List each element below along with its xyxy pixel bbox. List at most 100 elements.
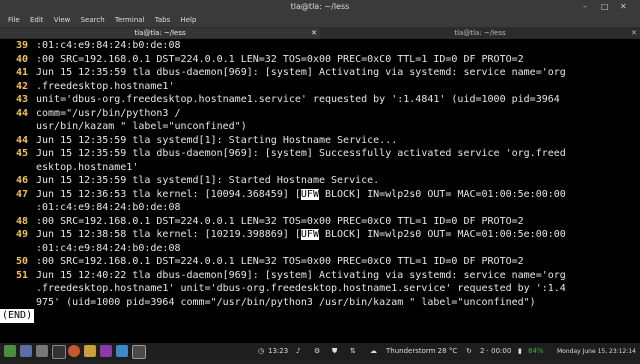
terminal-line: 41 Jun 15 12:35:59 tla dbus-daemon[969]: … <box>16 66 640 80</box>
network-status[interactable]: 2 · 00:00 <box>480 345 511 358</box>
terminal-line: :01:c4:e9:84:24:b0:de:08 <box>36 242 640 256</box>
battery-icon: ▮ <box>518 347 522 355</box>
line-number: 44 <box>15 107 28 119</box>
menu-edit[interactable]: Edit <box>30 16 44 24</box>
line-text: Jun 15 12:35:59 tla dbus-daemon[969]: [s… <box>36 67 566 78</box>
menu-search[interactable]: Search <box>81 16 105 24</box>
close-tab-icon[interactable]: ✕ <box>311 28 317 38</box>
terminal-line: 47 Jun 15 12:36:53 tla kernel: [10094.368… <box>16 188 640 202</box>
line-text: Jun 15 12:36:53 tla kernel: [10094.36845… <box>36 188 301 200</box>
menu-file[interactable]: File <box>8 16 20 24</box>
terminal-icon[interactable] <box>52 345 66 359</box>
terminal-line: 48 :00 SRC=192.168.0.1 DST=224.0.0.1 LEN=… <box>16 215 640 229</box>
terminal-line: 39 :01:c4:e9:84:24:b0:de:08 <box>16 39 640 53</box>
line-number: 42 <box>15 80 28 92</box>
pager-status: (END) <box>0 309 640 323</box>
line-number: 39 <box>15 40 28 51</box>
window-titlebar: tla@tla: ~/less – □ ✕ <box>0 0 640 14</box>
line-number: 50 <box>15 256 28 267</box>
line-text: Jun 15 12:40:22 tla dbus-daemon[969]: [s… <box>36 269 566 281</box>
show-desktop-icon[interactable] <box>20 345 32 358</box>
line-number: 51 <box>15 269 28 281</box>
terminal-line: :01:c4:e9:84:24:b0:de:08 <box>36 201 640 215</box>
taskbar: ◷ 13:23 ♪ ⚙ ⛊ ⇅ ☁ Thunderstorm 28 °C ↻ 2… <box>0 343 640 360</box>
terminal-line: esktop.hostname1' <box>36 161 640 175</box>
sound-icon[interactable]: ♪ <box>296 345 300 358</box>
browser-icon[interactable] <box>68 345 80 358</box>
update-icon[interactable]: ↻ <box>466 345 472 358</box>
close-icon[interactable]: ✕ <box>620 2 627 11</box>
line-text: usr/bin/kazam " label="unconfined") <box>36 121 247 132</box>
terminal-line: 44 comm="/usr/bin/python3 / <box>16 107 640 121</box>
line-number: 48 <box>15 215 28 227</box>
menu-tabs[interactable]: Tabs <box>155 16 171 24</box>
terminal-line: 51 Jun 15 12:40:22 tla dbus-daemon[969]: … <box>16 269 640 283</box>
search-highlight: UFW <box>300 188 319 200</box>
line-text: :00 SRC=192.168.0.1 DST=224.0.0.1 LEN=32… <box>36 53 524 65</box>
line-text: :00 SRC=192.168.0.1 DST=224.0.0.1 LEN=32… <box>36 215 524 227</box>
line-text: BLOCK] IN=wlp2s0 OUT= MAC=01:00:5e:00:00 <box>318 229 566 240</box>
line-text: Jun 15 12:35:59 tla dbus-daemon[969]: [s… <box>36 148 566 159</box>
files-icon[interactable] <box>36 345 48 358</box>
line-number: 47 <box>15 188 28 200</box>
terminal-line: .freedesktop.hostname1' unit='dbus-org.f… <box>36 282 640 296</box>
menu-icon[interactable] <box>4 345 16 358</box>
line-text: Jun 15 12:35:59 tla systemd[1]: Started … <box>36 175 380 186</box>
line-text: BLOCK] IN=wlp2s0 OUT= MAC=01:00:5e:00:00 <box>318 188 566 200</box>
settings-icon[interactable]: ⚙ <box>314 345 320 358</box>
line-number: 46 <box>15 175 28 186</box>
shield-icon[interactable]: ⛊ <box>332 345 337 358</box>
line-number: 43 <box>15 94 28 105</box>
terminal-line: usr/bin/kazam " label="unconfined") <box>36 120 640 134</box>
clock-time[interactable]: 13:23 <box>268 345 288 358</box>
line-text: unit='dbus-org.freedesktop.hostname1.ser… <box>36 94 560 105</box>
app-icon[interactable] <box>100 345 112 358</box>
battery-level[interactable]: 84% <box>528 345 544 358</box>
date-time[interactable]: Monday June 15, 23:12:14 <box>557 345 636 358</box>
menubar: File Edit View Search Terminal Tabs Help <box>0 14 640 27</box>
network-icon[interactable]: ⇅ <box>350 345 356 358</box>
terminal-output[interactable]: 39 :01:c4:e9:84:24:b0:de:08 40:00 SRC=192.… <box>0 39 640 343</box>
tab-label: tla@tla: ~/less <box>454 29 506 37</box>
window-title: tla@tla: ~/less <box>290 2 350 11</box>
menu-view[interactable]: View <box>54 16 71 24</box>
terminal-line: 46 Jun 15 12:35:59 tla systemd[1]: Starte… <box>16 174 640 188</box>
line-text: Jun 15 12:38:58 tla kernel: [10219.39886… <box>36 229 301 240</box>
terminal-line: 44 Jun 15 12:35:59 tla systemd[1]: Starti… <box>16 134 640 148</box>
menu-help[interactable]: Help <box>180 16 196 24</box>
app-icon[interactable] <box>84 345 96 358</box>
app-icon[interactable] <box>116 345 128 358</box>
weather-icon: ☁ <box>370 347 377 355</box>
line-text: 975' (uid=1000 pid=3964 comm="/usr/bin/p… <box>36 296 536 308</box>
menu-terminal[interactable]: Terminal <box>115 16 145 24</box>
tab-2[interactable]: tla@tla: ~/less ✕ <box>320 28 640 38</box>
maximize-icon[interactable]: □ <box>601 2 609 11</box>
line-text: .freedesktop.hostname1' unit='dbus-org.f… <box>36 283 566 294</box>
tab-1[interactable]: tla@tla: ~/less ✕ <box>0 28 320 38</box>
line-text: Jun 15 12:35:59 tla systemd[1]: Starting… <box>36 134 398 146</box>
close-tab-icon[interactable]: ✕ <box>631 28 637 38</box>
terminal-line: 42 .freedesktop.hostname1' <box>16 80 640 94</box>
search-highlight: UFW <box>300 229 319 240</box>
weather-text[interactable]: Thunderstorm 28 °C <box>386 345 457 358</box>
line-number: 44 <box>15 134 28 146</box>
line-text: :01:c4:e9:84:24:b0:de:08 <box>36 40 181 51</box>
line-text: :00 SRC=192.168.0.1 DST=224.0.0.1 LEN=32… <box>36 256 524 267</box>
line-number: 49 <box>15 229 28 240</box>
tabbar: tla@tla: ~/less ✕ tla@tla: ~/less ✕ <box>0 27 640 39</box>
line-number: 41 <box>15 67 28 78</box>
line-text: :01:c4:e9:84:24:b0:de:08 <box>36 242 181 254</box>
app-icon[interactable] <box>132 345 146 359</box>
terminal-line: 45 Jun 15 12:35:59 tla dbus-daemon[969]: … <box>16 147 640 161</box>
line-number: 45 <box>15 148 28 159</box>
clock-icon: ◷ <box>258 347 265 355</box>
terminal-line: 975' (uid=1000 pid=3964 comm="/usr/bin/p… <box>36 296 640 310</box>
pager-end-indicator: (END) <box>0 309 35 323</box>
minimize-icon[interactable]: – <box>583 2 587 11</box>
line-text: esktop.hostname1' <box>36 161 139 173</box>
line-text: :01:c4:e9:84:24:b0:de:08 <box>36 202 181 213</box>
terminal-line: 40:00 SRC=192.168.0.1 DST=224.0.0.1 LEN=… <box>16 53 640 67</box>
line-text: comm="/usr/bin/python3 / <box>36 107 181 119</box>
tab-label: tla@tla: ~/less <box>134 29 186 37</box>
terminal-line: 49 Jun 15 12:38:58 tla kernel: [10219.398… <box>16 228 640 242</box>
